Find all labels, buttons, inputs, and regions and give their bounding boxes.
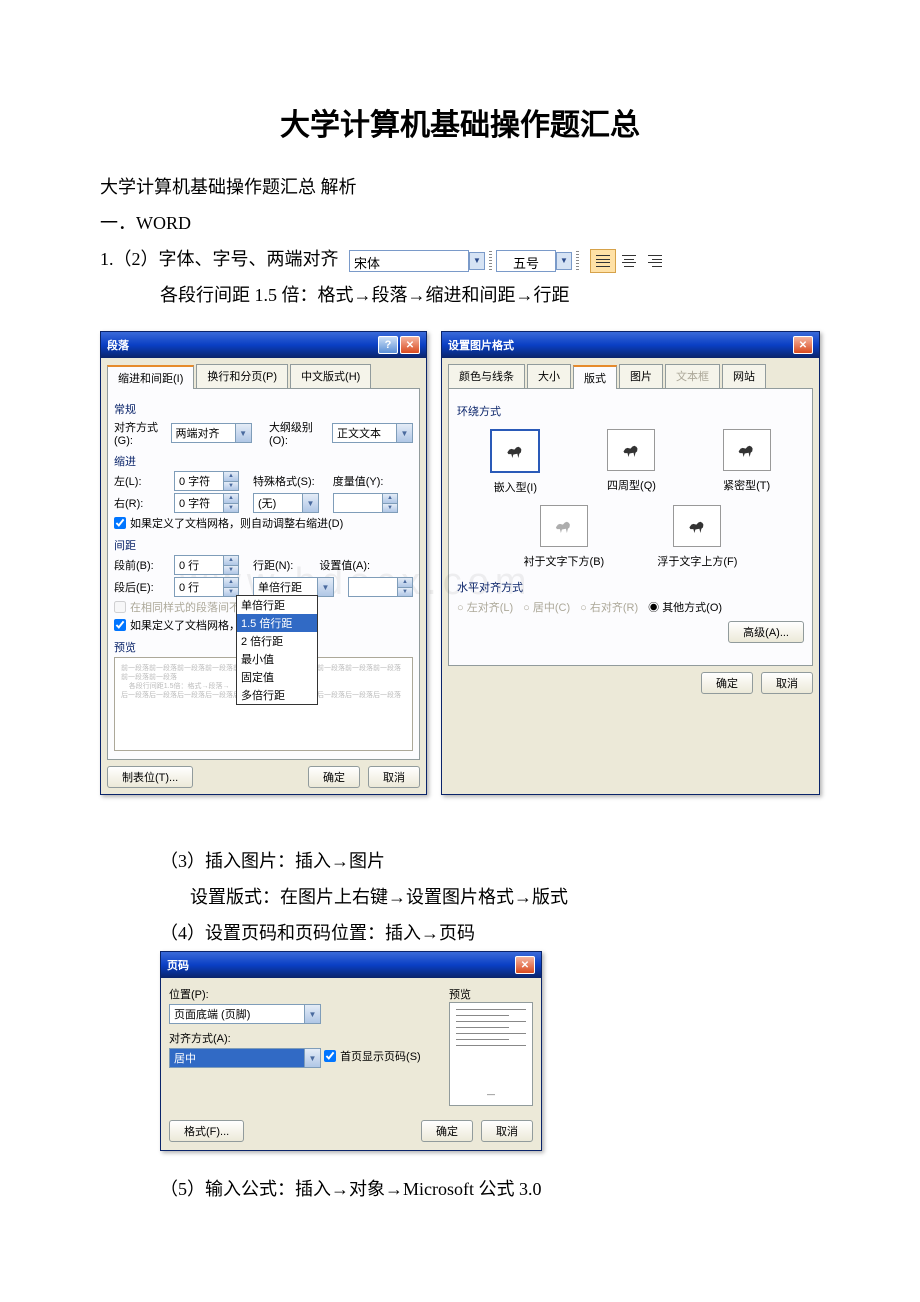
align-label: 对齐方式(G): bbox=[114, 419, 167, 447]
close-button[interactable]: ✕ bbox=[515, 956, 535, 974]
radio-right: ○ 右对齐(R) bbox=[580, 599, 638, 615]
toolbar-fragment: 宋体 ▼ 五号 ▼ bbox=[349, 248, 669, 274]
ok-button[interactable]: 确定 bbox=[421, 1120, 473, 1142]
wrap-group: 环绕方式 bbox=[457, 403, 804, 419]
group-spacing: 间距 bbox=[114, 537, 413, 553]
page-number-dialog: 页码 ✕ 位置(P): 页面底端 (页脚)▼ 对齐方式(A): 居中▼ 首页显示… bbox=[160, 951, 542, 1151]
right-spinner[interactable]: 0 字符▲▼ bbox=[174, 493, 239, 513]
paragraph-6: 设置版式：在图片上右键→设置图片格式→版式 bbox=[100, 879, 820, 915]
left-label: 左(L): bbox=[114, 473, 170, 489]
ls-option-double[interactable]: 2 倍行距 bbox=[237, 632, 317, 650]
pn-align-label: 对齐方式(A): bbox=[169, 1030, 429, 1046]
font-combo[interactable]: 宋体 bbox=[349, 250, 469, 272]
linespacing-dropdown[interactable]: 单倍行距 1.5 倍行距 2 倍行距 最小值 固定值 多倍行距 bbox=[236, 595, 318, 705]
halign-group: 水平对齐方式 bbox=[457, 579, 804, 595]
wrap-square[interactable]: 四周型(Q) bbox=[607, 429, 656, 495]
size-dropdown-arrow[interactable]: ▼ bbox=[556, 252, 572, 270]
paragraph-3: 1.（2）字体、字号、两端对齐 宋体 ▼ 五号 ▼ bbox=[100, 241, 820, 277]
font-dropdown-arrow[interactable]: ▼ bbox=[469, 252, 485, 270]
right-label: 右(R): bbox=[114, 495, 170, 511]
wrap-inline[interactable]: 嵌入型(I) bbox=[490, 429, 540, 495]
outline-label: 大纲级别(O): bbox=[269, 419, 328, 447]
paragraph-4: 各段行间距 1.5 倍：格式→段落→缩进和间距→行距 bbox=[100, 277, 820, 313]
tab-colors[interactable]: 颜色与线条 bbox=[448, 364, 525, 388]
tabstops-button[interactable]: 制表位(T)... bbox=[107, 766, 193, 788]
tab-size[interactable]: 大小 bbox=[527, 364, 571, 388]
p3-text: 1.（2）字体、字号、两端对齐 bbox=[100, 249, 339, 269]
pn-dialog-title: 页码 bbox=[167, 957, 189, 973]
paragraph-2: 一．WORD bbox=[100, 205, 820, 241]
wrap-tight[interactable]: 紧密型(T) bbox=[723, 429, 771, 495]
align-combo[interactable]: 两端对齐▼ bbox=[171, 423, 252, 443]
wrap-front[interactable]: 浮于文字上方(F) bbox=[657, 505, 737, 569]
special-combo[interactable]: (无)▼ bbox=[253, 493, 319, 513]
by-label: 度量值(Y): bbox=[333, 473, 384, 489]
paragraph-dialog-title: 段落 bbox=[107, 337, 129, 353]
radio-other[interactable]: ◉ 其他方式(O) bbox=[648, 599, 722, 615]
pn-align-combo[interactable]: 居中▼ bbox=[169, 1048, 321, 1068]
tab-indent-spacing[interactable]: 缩进和间距(I) bbox=[107, 365, 194, 389]
radio-left: ○ 左对齐(L) bbox=[457, 599, 513, 615]
tab-picture[interactable]: 图片 bbox=[619, 364, 663, 388]
align-center-button[interactable] bbox=[616, 249, 642, 273]
cancel-button[interactable]: 取消 bbox=[481, 1120, 533, 1142]
group-general: 常规 bbox=[114, 401, 413, 417]
setat-spinner[interactable]: ▲▼ bbox=[348, 577, 413, 597]
ls-option-15[interactable]: 1.5 倍行距 bbox=[237, 614, 317, 632]
tab-layout[interactable]: 版式 bbox=[573, 365, 617, 389]
picture-dialog-title: 设置图片格式 bbox=[448, 337, 514, 353]
tab-asian[interactable]: 中文版式(H) bbox=[290, 364, 371, 388]
setat-label: 设置值(A): bbox=[319, 557, 370, 573]
paragraph-8: （5）输入公式：插入→对象→Microsoft 公式 3.0 bbox=[100, 1171, 820, 1207]
ls-option-fixed[interactable]: 固定值 bbox=[237, 668, 317, 686]
toolbar-separator bbox=[489, 251, 492, 271]
autofit-checkbox[interactable]: 如果定义了文档网格，则自动调整右缩进(D) bbox=[114, 515, 343, 531]
ls-option-multi[interactable]: 多倍行距 bbox=[237, 686, 317, 704]
size-combo[interactable]: 五号 bbox=[496, 250, 556, 272]
paragraph-7: （4）设置页码和页码位置：插入→页码 bbox=[100, 915, 820, 951]
ls-option-min[interactable]: 最小值 bbox=[237, 650, 317, 668]
help-button[interactable]: ? bbox=[378, 336, 398, 354]
after-label: 段后(E): bbox=[114, 579, 170, 595]
picture-format-dialog: 设置图片格式 ✕ 颜色与线条 大小 版式 图片 文本框 网站 环绕方式 嵌入型(… bbox=[441, 331, 820, 795]
paragraph-dialog: 段落 ?✕ 缩进和间距(I) 换行和分页(P) 中文版式(H) 常规 对齐方式(… bbox=[100, 331, 427, 795]
pn-format-button[interactable]: 格式(F)... bbox=[169, 1120, 244, 1142]
linespacing-combo[interactable]: 单倍行距▼ bbox=[253, 577, 334, 597]
after-spinner[interactable]: 0 行▲▼ bbox=[174, 577, 239, 597]
cancel-button[interactable]: 取消 bbox=[761, 672, 813, 694]
align-justify-button[interactable] bbox=[590, 249, 616, 273]
paragraph-1: 大学计算机基础操作题汇总 解析 bbox=[100, 169, 820, 205]
tab-web[interactable]: 网站 bbox=[722, 364, 766, 388]
pn-preview-box: — bbox=[449, 1002, 533, 1106]
pn-pos-label: 位置(P): bbox=[169, 986, 429, 1002]
pn-firstpage-checkbox[interactable]: 首页显示页码(S) bbox=[324, 1048, 421, 1064]
ls-option-single[interactable]: 单倍行距 bbox=[237, 596, 317, 614]
pn-preview-label: 预览 bbox=[449, 986, 533, 1002]
toolbar-separator bbox=[576, 251, 579, 271]
by-spinner[interactable]: ▲▼ bbox=[333, 493, 398, 513]
tab-textbox: 文本框 bbox=[665, 364, 720, 388]
outline-combo[interactable]: 正文文本▼ bbox=[332, 423, 413, 443]
advanced-button[interactable]: 高级(A)... bbox=[728, 621, 804, 643]
before-label: 段前(B): bbox=[114, 557, 170, 573]
before-spinner[interactable]: 0 行▲▼ bbox=[174, 555, 239, 575]
tab-line-page[interactable]: 换行和分页(P) bbox=[196, 364, 288, 388]
ok-button[interactable]: 确定 bbox=[308, 766, 360, 788]
ls-label: 行距(N): bbox=[253, 557, 293, 573]
align-right-button[interactable] bbox=[642, 249, 668, 273]
radio-center: ○ 居中(C) bbox=[523, 599, 570, 615]
wrap-behind[interactable]: 衬于文字下方(B) bbox=[524, 505, 605, 569]
close-button[interactable]: ✕ bbox=[793, 336, 813, 354]
ok-button[interactable]: 确定 bbox=[701, 672, 753, 694]
doc-title: 大学计算机基础操作题汇总 bbox=[100, 100, 820, 144]
close-button[interactable]: ✕ bbox=[400, 336, 420, 354]
left-spinner[interactable]: 0 字符▲▼ bbox=[174, 471, 239, 491]
cancel-button[interactable]: 取消 bbox=[368, 766, 420, 788]
pn-pos-combo[interactable]: 页面底端 (页脚)▼ bbox=[169, 1004, 321, 1024]
paragraph-5: （3）插入图片：插入→图片 bbox=[100, 843, 820, 879]
special-label: 特殊格式(S): bbox=[253, 473, 315, 489]
group-indent: 缩进 bbox=[114, 453, 413, 469]
